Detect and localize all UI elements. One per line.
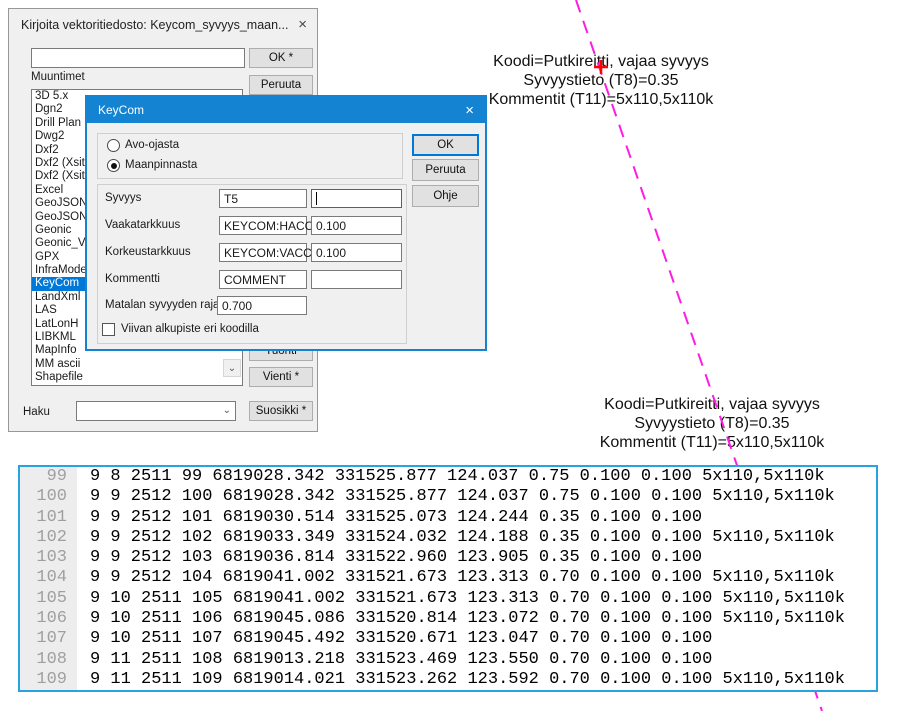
row-text: 9 11 2511 109 6819014.021 331523.262 123…: [77, 670, 845, 690]
line-number: 104: [20, 568, 77, 588]
haku-combobox[interactable]: ⌄: [76, 401, 236, 421]
map-annotation: Koodi=Putkireitti, vajaa syvyys Syvyysti…: [550, 395, 874, 452]
list-item[interactable]: Shapefile: [32, 371, 242, 384]
row-text: 9 10 2511 107 6819045.492 331520.671 123…: [77, 629, 712, 649]
kommentti-label: Kommentti: [105, 273, 160, 285]
line-number: 103: [20, 548, 77, 568]
table-row: 1019 9 2512 101 6819030.514 331525.073 1…: [20, 508, 876, 528]
peruuta-button[interactable]: Peruuta: [249, 75, 313, 95]
data-viewer-rows: 999 8 2511 99 6819028.342 331525.877 124…: [20, 467, 876, 690]
data-viewer[interactable]: 999 8 2511 99 6819028.342 331525.877 124…: [18, 465, 878, 692]
annotation-line: Koodi=Putkireitti, vajaa syvyys: [430, 52, 772, 71]
text-cursor: [316, 192, 317, 205]
table-row: 1059 10 2511 105 6819041.002 331521.673 …: [20, 589, 876, 609]
matalan-raja-label: Matalan syvyyden raja: [105, 299, 219, 311]
table-row: 1009 9 2512 100 6819028.342 331525.877 1…: [20, 487, 876, 507]
row-text: 9 9 2512 103 6819036.814 331522.960 123.…: [77, 548, 702, 568]
syvyys-value-input[interactable]: [311, 189, 402, 208]
close-icon[interactable]: ×: [465, 102, 474, 119]
keycom-ohje-button[interactable]: Ohje: [412, 185, 479, 207]
chevron-down-icon[interactable]: ⌄: [223, 405, 231, 416]
syvyys-label: Syvyys: [105, 192, 141, 204]
vaakatarkkuus-tag-input[interactable]: KEYCOM:HACC: [219, 216, 307, 235]
alkupiste-checkbox[interactable]: [102, 323, 115, 336]
kommentti-value-input[interactable]: [311, 270, 402, 289]
row-text: 9 9 2512 104 6819041.002 331521.673 123.…: [77, 568, 835, 588]
vaakatarkkuus-value-input[interactable]: 0.100: [311, 216, 402, 235]
close-icon[interactable]: ×: [298, 16, 307, 33]
row-text: 9 9 2512 101 6819030.514 331525.073 124.…: [77, 508, 702, 528]
radio-maanpinnasta-label: Maanpinnasta: [125, 159, 197, 171]
annotation-line: Syvyystieto (T8)=0.35: [550, 414, 874, 433]
muuntimet-label: Muuntimet: [31, 71, 85, 83]
line-number: 107: [20, 629, 77, 649]
line-number: 105: [20, 589, 77, 609]
table-row: 1029 9 2512 102 6819033.349 331524.032 1…: [20, 528, 876, 548]
keycom-peruuta-button[interactable]: Peruuta: [412, 159, 479, 181]
korkeustarkkuus-label: Korkeustarkkuus: [105, 246, 191, 258]
table-row: 1069 10 2511 106 6819045.086 331520.814 …: [20, 609, 876, 629]
table-row: 999 8 2511 99 6819028.342 331525.877 124…: [20, 467, 876, 487]
line-number: 100: [20, 487, 77, 507]
row-text: 9 9 2512 102 6819033.349 331524.032 124.…: [77, 528, 835, 548]
radio-maanpinnasta[interactable]: [107, 159, 120, 172]
annotation-line: Koodi=Putkireitti, vajaa syvyys: [550, 395, 874, 414]
keycom-dialog: KeyCom × Avo-ojasta Maanpinnasta OK Peru…: [85, 95, 487, 351]
ok-button[interactable]: OK *: [249, 48, 313, 68]
row-text: 9 8 2511 99 6819028.342 331525.877 124.0…: [77, 467, 825, 487]
suosikki-button[interactable]: Suosikki *: [249, 401, 313, 421]
list-item[interactable]: MM ascii: [32, 358, 242, 371]
kommentti-tag-input[interactable]: COMMENT: [219, 270, 307, 289]
line-number: 101: [20, 508, 77, 528]
table-row: 1079 10 2511 107 6819045.492 331520.671 …: [20, 629, 876, 649]
application-window: Koodi=Putkireitti, vajaa syvyys Syvyysti…: [0, 0, 914, 711]
filename-input[interactable]: [31, 48, 245, 68]
syvyys-tag-input[interactable]: T5: [219, 189, 307, 208]
row-text: 9 10 2511 105 6819041.002 331521.673 123…: [77, 589, 845, 609]
line-number: 106: [20, 609, 77, 629]
annotation-line: Syvyystieto (T8)=0.35: [430, 71, 772, 90]
row-text: 9 9 2512 100 6819028.342 331525.877 124.…: [77, 487, 835, 507]
export-dialog-title: Kirjoita vektoritiedosto: Keycom_syvyys_…: [21, 18, 288, 32]
row-text: 9 10 2511 106 6819045.086 331520.814 123…: [77, 609, 845, 629]
keycom-title: KeyCom: [98, 103, 144, 117]
matalan-raja-input[interactable]: 0.700: [217, 296, 307, 315]
vienti-button[interactable]: Vienti *: [249, 367, 313, 387]
chevron-down-icon[interactable]: ⌄: [223, 359, 241, 377]
vaakatarkkuus-label: Vaakatarkkuus: [105, 219, 180, 231]
radio-avo-ojasta[interactable]: [107, 139, 120, 152]
line-number: 108: [20, 650, 77, 670]
table-row: 1039 9 2512 103 6819036.814 331522.960 1…: [20, 548, 876, 568]
line-number: 109: [20, 670, 77, 690]
korkeustarkkuus-tag-input[interactable]: KEYCOM:VACC: [219, 243, 307, 262]
fields-group: [97, 184, 407, 344]
row-text: 9 11 2511 108 6819013.218 331523.469 123…: [77, 650, 712, 670]
radio-avo-ojasta-label: Avo-ojasta: [125, 139, 179, 151]
keycom-ok-button[interactable]: OK: [412, 134, 479, 156]
table-row: 1089 11 2511 108 6819013.218 331523.469 …: [20, 650, 876, 670]
table-row: 1099 11 2511 109 6819014.021 331523.262 …: [20, 670, 876, 690]
line-number: 99: [20, 467, 77, 487]
korkeustarkkuus-value-input[interactable]: 0.100: [311, 243, 402, 262]
keycom-titlebar[interactable]: KeyCom ×: [87, 97, 485, 123]
table-row: 1049 9 2512 104 6819041.002 331521.673 1…: [20, 568, 876, 588]
alkupiste-checkbox-label: Viivan alkupiste eri koodilla: [121, 323, 259, 335]
haku-label: Haku: [23, 406, 50, 418]
annotation-line: Kommentit (T11)=5x110,5x110k: [550, 433, 874, 452]
line-number: 102: [20, 528, 77, 548]
